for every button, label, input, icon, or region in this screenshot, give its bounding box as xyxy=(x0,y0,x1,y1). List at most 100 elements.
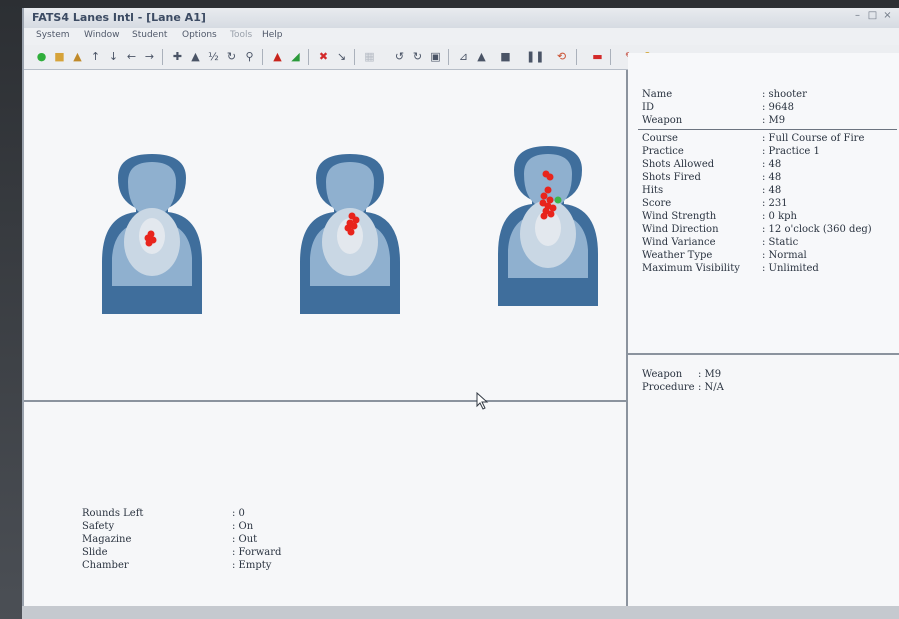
procedure-weapon-value: : M9 xyxy=(698,369,722,380)
minimize-button[interactable]: – xyxy=(852,10,863,21)
procedure-value: : N/A xyxy=(698,382,724,393)
maximize-button[interactable]: □ xyxy=(867,10,878,21)
green-circle-icon[interactable]: ● xyxy=(34,49,49,64)
name-label: Name xyxy=(642,89,673,100)
person-icon[interactable]: ▲ xyxy=(474,49,489,64)
hits-value: : 48 xyxy=(762,185,782,196)
target-2 xyxy=(300,154,400,314)
chart-icon[interactable]: ⊿ xyxy=(456,49,471,64)
close-button[interactable]: × xyxy=(882,10,893,21)
menu-system[interactable]: System xyxy=(36,30,70,40)
info-row-course: Course : Full Course of Fire xyxy=(642,133,895,145)
arrow-icon[interactable]: ↘ xyxy=(334,49,349,64)
weapon-label: Weapon xyxy=(642,115,683,126)
menu-student[interactable]: Student xyxy=(132,30,167,40)
grid-icon[interactable]: ▦ xyxy=(362,49,377,64)
slide-value: : Forward xyxy=(232,547,282,558)
shots-allowed-value: : 48 xyxy=(762,159,782,170)
hit-mark xyxy=(546,173,554,181)
procedure-row-weapon: Weapon : M9 xyxy=(642,369,895,381)
toolbar-separator xyxy=(262,49,263,65)
toolbar-separator xyxy=(162,49,163,65)
restart-icon[interactable]: ⟲ xyxy=(554,49,569,64)
wind-strength-label: Wind Strength xyxy=(642,211,717,222)
hit-mark xyxy=(549,204,557,212)
info-row-max-visibility: Maximum Visibility : Unlimited xyxy=(642,263,895,275)
hit-mark xyxy=(145,239,153,247)
weapon-procedure-panel: Weapon : M9 Procedure : N/A xyxy=(628,355,899,606)
arrow-down-icon[interactable]: ↓ xyxy=(106,49,121,64)
status-strip xyxy=(22,606,899,619)
shots-fired-label: Shots Fired xyxy=(642,172,701,183)
hit-mark-latest xyxy=(554,196,562,204)
menu-options[interactable]: Options xyxy=(182,30,217,40)
course-label: Course xyxy=(642,133,678,144)
info-row-hits: Hits : 48 xyxy=(642,185,895,197)
hit-mark xyxy=(540,192,548,200)
window-title: FATS4 Lanes Intl - [Lane A1] xyxy=(32,11,206,24)
info-row-id: ID : 9648 xyxy=(642,102,895,114)
info-row-name: Name : shooter xyxy=(642,89,895,101)
safety-label: Safety xyxy=(82,521,115,532)
shots-fired-value: : 48 xyxy=(762,172,782,183)
monitor-icon[interactable]: ▣ xyxy=(428,49,443,64)
app-window: FATS4 Lanes Intl - [Lane A1] – □ × Syste… xyxy=(22,8,899,606)
hits-label: Hits xyxy=(642,185,664,196)
lock-icon[interactable]: ▲ xyxy=(70,49,85,64)
id-value: : 9648 xyxy=(762,102,794,113)
procedure-weapon-label: Weapon xyxy=(642,369,683,380)
hit-mark xyxy=(350,222,358,230)
hit-mark xyxy=(352,216,360,224)
target-1 xyxy=(102,154,202,314)
red-lock-icon[interactable]: ▲ xyxy=(270,49,285,64)
info-row-weather-type: Weather Type : Normal xyxy=(642,250,895,262)
rounds-left-label: Rounds Left xyxy=(82,508,144,519)
wind-direction-label: Wind Direction xyxy=(642,224,719,235)
shots-allowed-label: Shots Allowed xyxy=(642,159,715,170)
toolbar-separator xyxy=(576,49,577,65)
window-controls: – □ × xyxy=(852,10,893,21)
menu-tools[interactable]: Tools xyxy=(230,30,252,40)
chamber-label: Chamber xyxy=(82,560,129,571)
cycle-right-icon[interactable]: ↻ xyxy=(410,49,425,64)
course-value: : Full Course of Fire xyxy=(762,133,865,144)
info-row-score: Score : 231 xyxy=(642,198,895,210)
info-row-practice: Practice : Practice 1 xyxy=(642,146,895,158)
target-add-icon[interactable]: ✚ xyxy=(170,49,185,64)
arrow-right-icon[interactable]: → xyxy=(142,49,157,64)
toolbar-separator xyxy=(308,49,309,65)
procedure-label: Procedure xyxy=(642,382,695,393)
magazine-value: : Out xyxy=(232,534,258,545)
toolbar-separator xyxy=(448,49,449,65)
practice-label: Practice xyxy=(642,146,684,157)
magazine-label: Magazine xyxy=(82,534,132,545)
menu-help[interactable]: Help xyxy=(262,30,283,40)
score-label: Score xyxy=(642,198,672,209)
arrow-left-icon[interactable]: ← xyxy=(124,49,139,64)
half-icon[interactable]: ½ xyxy=(206,49,221,64)
menu-window[interactable]: Window xyxy=(84,30,120,40)
shooter-info-panel: Name : shooter ID : 9648 Weapon : M9 Cou… xyxy=(628,53,899,355)
weapon-state-panel: Rounds Left : 0 Safety : On Magazine : O… xyxy=(24,402,628,606)
panel-icon[interactable]: ■ xyxy=(498,49,513,64)
green-lock-icon[interactable]: ◢ xyxy=(288,49,303,64)
exit-icon[interactable]: ▬ xyxy=(590,49,605,64)
cycle-left-icon[interactable]: ↺ xyxy=(392,49,407,64)
pause-icon[interactable]: ❚❚ xyxy=(526,49,544,64)
stop-icon[interactable]: ✖ xyxy=(316,49,331,64)
weather-type-value: : Normal xyxy=(762,250,807,261)
safety-value: : On xyxy=(232,521,254,532)
score-value: : 231 xyxy=(762,198,788,209)
weather-type-label: Weather Type xyxy=(642,250,713,261)
folder-icon[interactable]: ■ xyxy=(52,49,67,64)
hit-mark xyxy=(544,186,552,194)
shooter-icon[interactable]: ▲ xyxy=(188,49,203,64)
arrow-up-icon[interactable]: ↑ xyxy=(88,49,103,64)
weapon-value: : M9 xyxy=(762,115,786,126)
rounds-left-value: : 0 xyxy=(232,508,245,519)
info-row-wind-strength: Wind Strength : 0 kph xyxy=(642,211,895,223)
zoom-icon[interactable]: ⚲ xyxy=(242,49,257,64)
rotate-icon[interactable]: ↻ xyxy=(224,49,239,64)
menu-bar: System Window Student Options Tools Help xyxy=(24,28,899,46)
chamber-value: : Empty xyxy=(232,560,272,571)
